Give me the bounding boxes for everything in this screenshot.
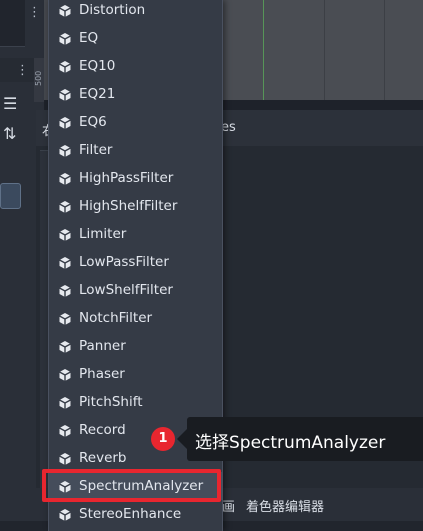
menu-item-label: Panner: [79, 338, 126, 354]
menu-item-label: PitchShift: [79, 394, 143, 410]
menu-item-label: LowShelfFilter: [79, 282, 173, 298]
resource-cube-icon: [58, 507, 72, 521]
menu-item-stereoenhance[interactable]: StereoEnhance: [49, 500, 222, 528]
menu-item-label: HighShelfFilter: [79, 198, 178, 214]
menu-item-eq10[interactable]: EQ10: [49, 52, 222, 80]
more-options-icon[interactable]: ⋮: [28, 6, 41, 19]
resource-cube-icon: [58, 171, 72, 185]
annotation-callout: 选择SpectrumAnalyzer: [177, 417, 423, 461]
resource-cube-icon: [58, 143, 72, 157]
menu-item-label: StereoEnhance: [79, 506, 182, 522]
ruler-label: 500: [34, 70, 43, 86]
menu-item-label: Reverb: [79, 450, 127, 466]
resource-cube-icon: [58, 283, 72, 297]
menu-item-label: HighPassFilter: [79, 170, 174, 186]
resource-cube-icon: [58, 423, 72, 437]
menu-item-label: Limiter: [79, 226, 127, 242]
menu-item-highpassfilter[interactable]: HighPassFilter: [49, 164, 222, 192]
resource-cube-icon: [58, 3, 72, 17]
bottom-tab[interactable]: 画: [222, 496, 235, 515]
resource-cube-icon: [58, 339, 72, 353]
resource-cube-icon: [58, 115, 72, 129]
menu-item-lowshelffilter[interactable]: LowShelfFilter: [49, 276, 222, 304]
menu-item-label: Phaser: [79, 366, 125, 382]
highlight-box: [42, 469, 221, 502]
menu-item-eq[interactable]: EQ: [49, 24, 222, 52]
menu-item-label: Filter: [79, 142, 113, 158]
annotation-text: 选择SpectrumAnalyzer: [195, 433, 386, 453]
menu-item-label: EQ: [79, 30, 99, 46]
grid-line: [384, 0, 385, 100]
menu-item-notchfilter[interactable]: NotchFilter: [49, 304, 222, 332]
resource-cube-icon: [58, 311, 72, 325]
menu-item-label: LowPassFilter: [79, 254, 169, 270]
grid-line: [324, 0, 325, 100]
sort-icon[interactable]: ⇅: [3, 126, 16, 142]
resource-cube-icon: [58, 199, 72, 213]
left-dock-panel: [0, 0, 25, 47]
menu-item-filter[interactable]: Filter: [49, 136, 222, 164]
menu-item-label: NotchFilter: [79, 310, 153, 326]
resource-cube-icon: [58, 31, 72, 45]
menu-item-eq6[interactable]: EQ6: [49, 108, 222, 136]
resource-cube-icon: [58, 255, 72, 269]
menu-item-pitchshift[interactable]: PitchShift: [49, 388, 222, 416]
menu-item-label: EQ21: [79, 86, 116, 102]
resource-cube-icon: [58, 451, 72, 465]
bottom-tab-shader-editor[interactable]: 着色器编辑器: [246, 496, 324, 515]
menu-item-panner[interactable]: Panner: [49, 332, 222, 360]
menu-item-label: EQ10: [79, 58, 116, 74]
menu-item-limiter[interactable]: Limiter: [49, 220, 222, 248]
resource-cube-icon: [58, 59, 72, 73]
step-badge: 1: [151, 427, 175, 451]
left-dock-field[interactable]: [0, 183, 21, 209]
resource-cube-icon: [58, 395, 72, 409]
more-options-icon[interactable]: ⋮: [16, 64, 29, 77]
resource-cube-icon: [58, 87, 72, 101]
menu-item-lowpassfilter[interactable]: LowPassFilter: [49, 248, 222, 276]
menu-item-label: EQ6: [79, 114, 107, 130]
layout-icon[interactable]: ☰: [3, 96, 17, 112]
menu-item-label: Distortion: [79, 2, 146, 18]
menu-item-highshelffilter[interactable]: HighShelfFilter: [49, 192, 222, 220]
menu-item-phaser[interactable]: Phaser: [49, 360, 222, 388]
menu-item-distortion[interactable]: Distortion: [49, 0, 222, 24]
resource-cube-icon: [58, 227, 72, 241]
y-axis-guide: [263, 0, 264, 100]
resource-cube-icon: [58, 367, 72, 381]
menu-item-eq21[interactable]: EQ21: [49, 80, 222, 108]
menu-item-label: Record: [79, 422, 126, 438]
